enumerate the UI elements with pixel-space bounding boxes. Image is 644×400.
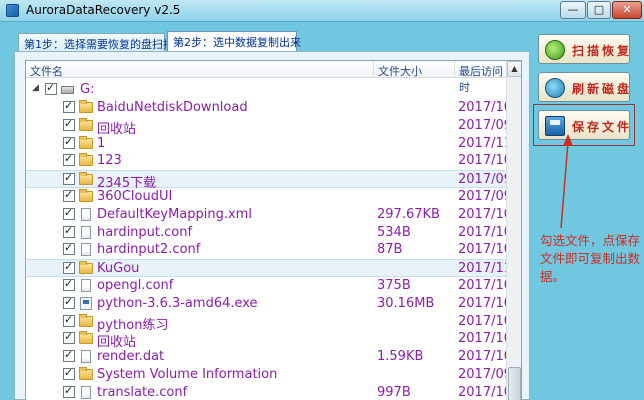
annotation-text: 勾选文件，点保存文件即可复制出数据。 [540, 233, 641, 284]
annotation-arrow-icon [560, 134, 573, 229]
